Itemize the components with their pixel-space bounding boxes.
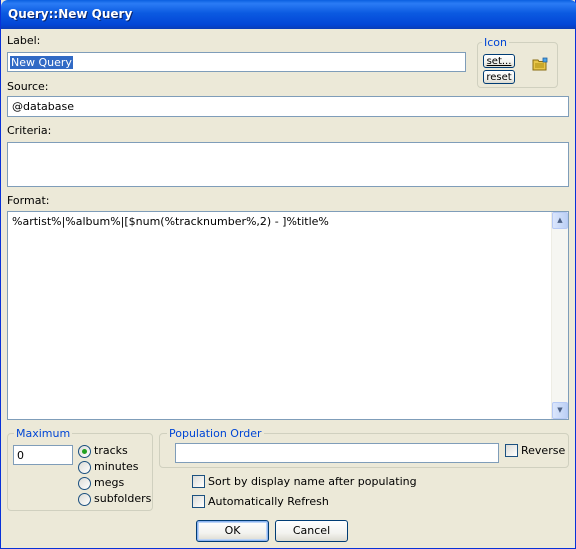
scroll-up-icon[interactable]: ▲	[552, 212, 568, 229]
title-bar[interactable]: Query::New Query	[1, 0, 576, 29]
radio-subfolders[interactable]	[78, 493, 91, 506]
reverse-checkbox[interactable]	[505, 444, 518, 457]
population-order-title: Population Order	[167, 427, 264, 440]
radio-megs[interactable]	[78, 477, 91, 490]
query-dialog: Query::New Query Label: New Query Icon s…	[0, 0, 576, 549]
radio-minutes[interactable]	[78, 461, 91, 474]
icon-set-button[interactable]: set...	[483, 54, 515, 68]
radio-selected-dot	[82, 449, 87, 454]
window-title: Query::New Query	[8, 7, 133, 21]
source-input[interactable]: @database	[7, 96, 569, 117]
radio-minutes-label[interactable]: minutes	[94, 460, 139, 473]
sort-by-name-checkbox[interactable]	[192, 475, 205, 488]
format-scrollbar[interactable]: ▲ ▼	[551, 212, 568, 419]
format-field-label: Format:	[7, 194, 50, 207]
radio-tracks[interactable]	[78, 445, 91, 458]
maximum-group-title: Maximum	[14, 427, 73, 440]
format-textarea[interactable]: %artist%|%album%|[$num(%tracknumber%,2) …	[7, 211, 569, 420]
source-input-value: @database	[12, 100, 74, 113]
criteria-input[interactable]	[7, 142, 569, 187]
label-input[interactable]: New Query	[7, 52, 466, 72]
population-order-input[interactable]	[175, 443, 499, 463]
radio-tracks-label[interactable]: tracks	[94, 444, 128, 457]
radio-subfolders-label[interactable]: subfolders	[94, 492, 151, 505]
auto-refresh-checkbox[interactable]	[192, 495, 205, 508]
sort-by-name-label[interactable]: Sort by display name after populating	[208, 475, 417, 488]
maximum-input-value: 0	[17, 449, 24, 462]
format-textarea-value: %artist%|%album%|[$num(%tracknumber%,2) …	[12, 215, 329, 228]
criteria-field-label: Criteria:	[7, 124, 52, 137]
folder-icon[interactable]	[532, 57, 548, 71]
label-input-value: New Query	[10, 56, 73, 69]
source-field-label: Source:	[7, 80, 49, 93]
radio-megs-label[interactable]: megs	[94, 476, 124, 489]
auto-refresh-label[interactable]: Automatically Refresh	[208, 495, 329, 508]
icon-reset-button[interactable]: reset	[483, 70, 515, 84]
icon-group-title: Icon	[482, 36, 509, 49]
ok-button[interactable]: OK	[196, 520, 269, 542]
cancel-button[interactable]: Cancel	[275, 520, 348, 542]
scroll-down-icon[interactable]: ▼	[552, 402, 568, 419]
label-field-label: Label:	[7, 34, 41, 47]
reverse-label[interactable]: Reverse	[521, 444, 565, 457]
maximum-input[interactable]: 0	[13, 445, 73, 465]
